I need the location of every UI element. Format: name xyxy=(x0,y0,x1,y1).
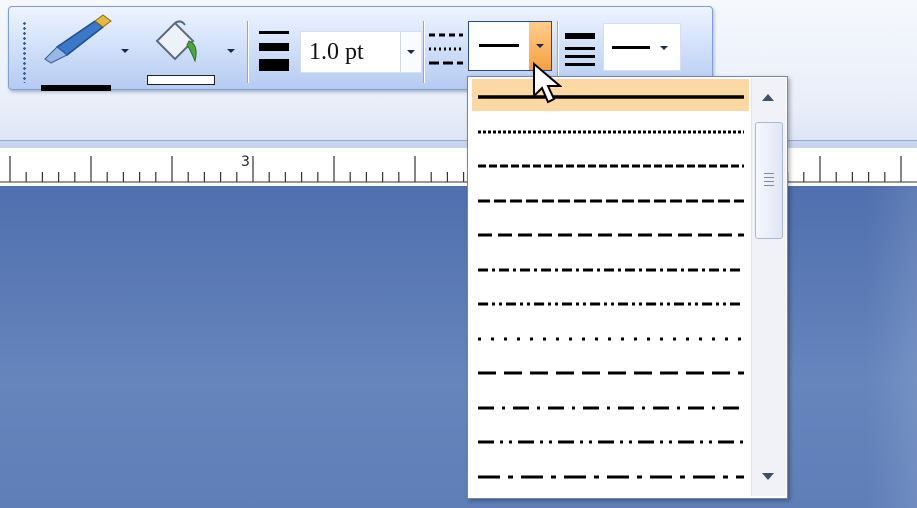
line-weight-combo[interactable]: 1.0 pt xyxy=(300,31,422,73)
scroll-down-icon[interactable] xyxy=(762,473,774,480)
dash-line-preview xyxy=(478,371,744,375)
dash-style-dropdown-list[interactable] xyxy=(467,76,788,499)
fill-color-button[interactable] xyxy=(141,17,215,85)
chevron-down-icon xyxy=(407,50,415,54)
dash-style-icon-button[interactable] xyxy=(427,29,467,71)
chevron-down-icon xyxy=(536,44,544,48)
line-color-dropdown-arrow[interactable] xyxy=(121,49,129,53)
dash-style-options xyxy=(468,77,753,498)
scroll-thumb[interactable] xyxy=(755,122,783,239)
dash-style-option-long-dash-dot-dot[interactable] xyxy=(472,321,749,353)
thumb-grip-icon xyxy=(764,173,774,187)
ruler-label: 3 xyxy=(241,154,250,170)
dash-style-option-long-dash-dot-long[interactable] xyxy=(472,493,749,508)
dash-line-preview xyxy=(478,199,744,202)
line-weight-icon xyxy=(259,31,289,71)
line-color-swatch xyxy=(41,85,111,91)
dash-style-option-round-dot[interactable] xyxy=(472,114,749,146)
dash-style-option-dash-dot[interactable] xyxy=(472,217,749,249)
toolbar-separator xyxy=(423,21,424,83)
dash-style-option-long-dash-dot[interactable] xyxy=(472,286,749,318)
toolbar-separator xyxy=(247,21,248,83)
solid-line-preview xyxy=(479,44,519,47)
dash-style-option-dash-dot-dot-sparse[interactable] xyxy=(472,459,749,491)
dash-style-preview[interactable] xyxy=(468,21,530,71)
dash-line-preview xyxy=(478,233,744,237)
line-style-icon-button[interactable] xyxy=(563,29,599,71)
dash-line-preview xyxy=(478,337,744,340)
canvas-shade xyxy=(867,186,917,508)
application-window: 1.0 pt 3 xyxy=(0,0,917,508)
dropdown-scrollbar[interactable] xyxy=(751,78,786,496)
dash-line-preview xyxy=(478,440,744,444)
dash-line-preview xyxy=(478,302,744,306)
dash-line-preview xyxy=(478,95,744,99)
line-weight-dropdown-button[interactable] xyxy=(400,32,421,72)
dash-style-option-square-dot[interactable] xyxy=(472,148,749,180)
dash-style-option-dash[interactable] xyxy=(472,183,749,215)
dash-line-preview xyxy=(478,268,744,271)
fill-color-swatch xyxy=(147,75,215,85)
fill-color-dropdown-arrow[interactable] xyxy=(227,49,235,53)
arrow-style-preview xyxy=(612,46,650,49)
dash-style-option-dash-dot-sparse[interactable] xyxy=(472,424,749,456)
dash-line-preview xyxy=(478,475,744,478)
line-color-button[interactable] xyxy=(37,13,115,91)
line-weight-value[interactable]: 1.0 pt xyxy=(309,39,364,66)
dash-style-option-long-dash[interactable] xyxy=(472,252,749,284)
dash-style-option-sparse-dot[interactable] xyxy=(472,355,749,387)
toolbar-grip[interactable] xyxy=(23,21,26,83)
arrow-style-combo[interactable] xyxy=(603,23,681,71)
chevron-down-icon[interactable] xyxy=(660,46,668,50)
mouse-pointer-icon xyxy=(532,61,563,111)
dash-style-option-long-dash-sparse[interactable] xyxy=(472,390,749,422)
scroll-up-icon[interactable] xyxy=(762,94,774,101)
dash-line-preview xyxy=(472,493,749,508)
dash-line-preview xyxy=(478,406,744,409)
paintbrush-icon xyxy=(44,14,112,64)
dash-style-icon xyxy=(429,33,463,65)
dash-line-preview xyxy=(478,130,744,133)
paint-bucket-icon xyxy=(155,20,197,63)
dash-style-option-solid[interactable] xyxy=(472,79,749,111)
dash-line-preview xyxy=(478,164,744,168)
line-weight-button[interactable] xyxy=(259,29,289,71)
line-style-icon xyxy=(565,33,595,66)
